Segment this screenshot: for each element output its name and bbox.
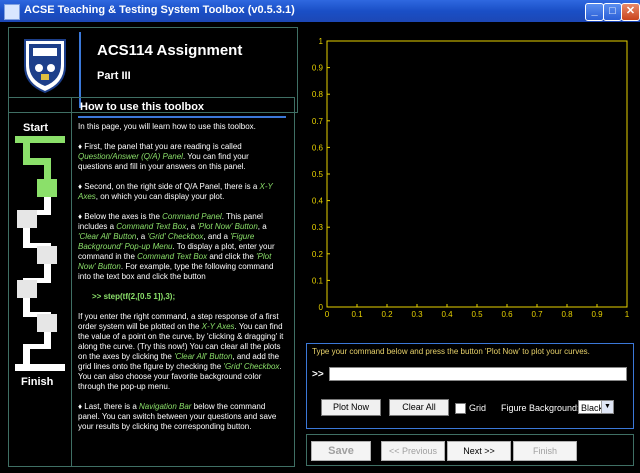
minimize-button[interactable]: _ [585,3,604,21]
example-command: >> step(tf(2,[0.5 1]),3); [92,292,176,301]
highlight: Navigation Bar [139,402,192,411]
qa-panel-title: How to use this toolbox [80,101,205,113]
qa-paragraph-3: ♦ Below the axes is the Command Panel. T… [78,212,284,282]
highlight: 'Clear All' Button [174,352,233,361]
y-tick-label: 0.1 [312,276,324,285]
command-prompt: >> [312,369,324,380]
qa-paragraph-2: ♦ Second, on the right side of Q/A Panel… [78,182,284,202]
y-tick-label: 0.5 [312,170,324,179]
command-panel: Type your command below and press the bu… [306,343,634,429]
axes-frame[interactable] [326,40,628,308]
figure-background-label: Figure Background: [501,403,580,413]
text: ♦ First, the panel that you are reading … [78,142,242,151]
y-tick-label: 0.9 [312,64,324,73]
qa-paragraph-1: ♦ First, the panel that you are reading … [78,142,284,172]
text: , a [136,232,148,241]
y-tick-label: 0.3 [312,223,324,232]
close-button[interactable]: ✕ [621,3,640,21]
x-tick-label: 0 [325,310,330,319]
qa-paragraph-5: ♦ Last, there is a Navigation Bar below … [78,402,284,432]
university-crest-logo [24,39,66,94]
save-button[interactable]: Save [311,441,371,461]
qa-panel: How to use this toolbox In this page, yo… [71,97,295,467]
assignment-part: Part III [97,70,131,82]
navigation-bar: Save << Previous Next >> Finish [306,434,634,466]
highlight: X-Y Axes [201,322,235,331]
app-icon [4,4,20,20]
progress-diagram [15,136,65,371]
progress-panel: Start Finish [8,97,72,467]
plot-now-button[interactable]: Plot Now [321,399,381,416]
x-tick-label: 0.8 [561,310,573,319]
assignment-title: ACS114 Assignment [97,42,243,59]
highlight: Command Text Box [116,222,187,231]
x-tick-label: 0.1 [351,310,363,319]
qa-intro: In this page, you will learn how to use … [78,122,256,131]
figure-background-select[interactable]: Black ▼ [578,400,614,414]
x-tick-label: 0.2 [381,310,393,319]
x-tick-label: 0.4 [441,310,453,319]
qa-instructions: In this page, you will learn how to use … [78,122,284,442]
progress-finish-label: Finish [21,376,54,388]
highlight: 'Plot Now' Button [197,222,258,231]
highlight: 'Grid' Checkbox [147,232,204,241]
qa-title-underline [78,116,286,118]
x-tick-label: 0.6 [501,310,513,319]
x-tick-label: 0.3 [411,310,423,319]
x-tick-label: 1 [625,310,630,319]
progress-start-label: Start [23,122,49,134]
text: , on which you can display your plot. [95,192,225,201]
clear-all-button[interactable]: Clear All [389,399,449,416]
x-tick-label: 0.7 [531,310,543,319]
next-button[interactable]: Next >> [447,441,511,461]
text: ♦ Second, on the right side of Q/A Panel… [78,182,260,191]
x-tick-label: 0.5 [471,310,483,319]
y-tick-label: 0.8 [312,90,324,99]
highlight: Command Panel [162,212,222,221]
xy-axes[interactable]: 0 0.1 0.2 0.3 0.4 0.5 0.6 0.7 0.8 0.9 1 0 0.1 0.2 0.3… [299,27,633,335]
text: , and a [203,232,231,241]
highlight: 'Grid' Checkbox [223,362,280,371]
previous-button[interactable]: << Previous [381,441,445,461]
client-area: ACS114 Assignment Part III Start Finish … [3,22,637,470]
text: , a [186,222,198,231]
app-window: ACSE Teaching & Testing System Toolbox (… [0,0,640,473]
grid-label: Grid [469,403,487,413]
y-tick-label: 0.7 [312,117,324,126]
chevron-down-icon[interactable]: ▼ [601,401,613,413]
maximize-button[interactable]: □ [603,3,622,21]
y-tick-label: 0.4 [312,197,324,206]
x-tick-label: 0.9 [591,310,603,319]
window-title: ACSE Teaching & Testing System Toolbox (… [24,4,295,16]
highlight: 'Clear All' Button [78,232,137,241]
command-text-box[interactable] [329,367,627,381]
finish-button[interactable]: Finish [513,441,577,461]
text: ♦ Last, there is a [78,402,139,411]
qa-paragraph-4: If you enter the right command, a step r… [78,312,284,392]
plot-area: 0 0.1 0.2 0.3 0.4 0.5 0.6 0.7 0.8 0.9 1 0 0.1 0.2 0.3… [299,27,633,335]
text: , a [257,222,267,231]
figure-background-value: Black [581,403,604,413]
command-instruction: Type your command below and press the bu… [312,347,590,356]
highlight: Command Text Box [137,252,208,261]
text: and click the [207,252,257,261]
title-bar[interactable]: ACSE Teaching & Testing System Toolbox (… [0,0,640,22]
y-tick-label: 0 [319,303,324,312]
y-tick-label: 0.2 [312,250,324,259]
text: ♦ Below the axes is the [78,212,163,221]
y-tick-label: 0.6 [312,143,324,152]
grid-checkbox[interactable] [455,403,466,414]
y-tick-label: 1 [319,37,324,46]
highlight: Question/Answer (Q/A) Panel [78,152,183,161]
